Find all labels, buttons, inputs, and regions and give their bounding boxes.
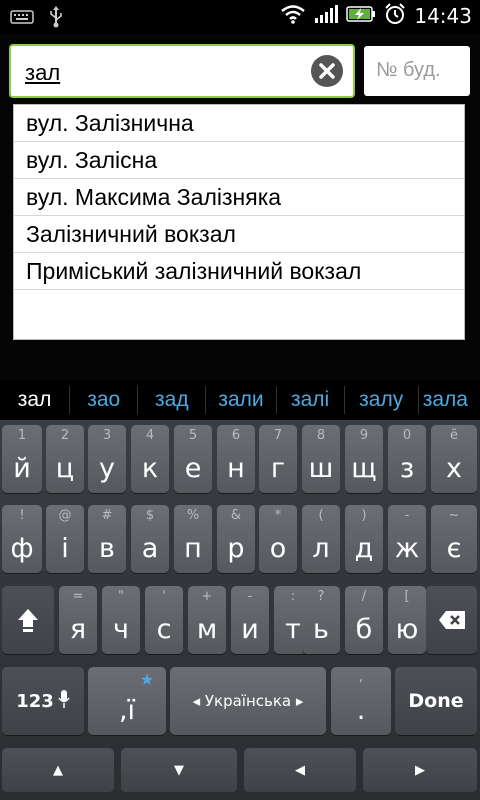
key-4[interactable]: 4к <box>131 425 169 493</box>
key-10[interactable]: 0з <box>388 425 426 493</box>
status-bar: 14:43 <box>0 0 480 34</box>
key-19[interactable]: (л <box>302 505 340 573</box>
alarm-icon <box>384 3 406 29</box>
key-22[interactable]: ~ є <box>431 505 477 573</box>
key-2[interactable]: 2ц <box>46 425 84 493</box>
key-30[interactable]: / б <box>345 586 383 654</box>
key-9[interactable]: 9щ <box>345 425 383 493</box>
arrow-up-icon: ▲ <box>53 762 63 778</box>
arrow-left-key[interactable]: ◀ <box>244 748 356 792</box>
comma-key[interactable]: ★ ,ї <box>88 667 166 735</box>
star-icon: ★ <box>139 670 155 689</box>
wifi-icon <box>280 4 306 28</box>
done-key[interactable]: Done <box>395 667 477 735</box>
clear-icon[interactable] <box>311 55 343 87</box>
house-number-input[interactable]: № буд. <box>364 46 470 96</box>
suggestion-item[interactable]: зала <box>419 386 480 414</box>
space-language-key[interactable]: ◂ Українська ▸ <box>170 667 326 735</box>
key-21[interactable]: -ж <box>388 505 426 573</box>
dropdown-item[interactable]: вул. Максима Залізняка <box>14 179 464 216</box>
street-search-input[interactable]: зал <box>9 44 355 98</box>
key-26[interactable]: + м <box>188 586 226 654</box>
arrow-left-icon: ◀ <box>295 762 305 778</box>
key-14[interactable]: # в <box>88 505 126 573</box>
house-number-placeholder: № буд. <box>376 59 441 81</box>
numbers-key[interactable]: 123 <box>2 667 84 735</box>
key-6[interactable]: 6н <box>217 425 255 493</box>
key-27[interactable]: -и <box>231 586 269 654</box>
arrow-right-icon: ▶ <box>415 762 425 778</box>
dropdown-item[interactable]: Залізничний вокзал <box>14 216 464 253</box>
suggestion-strip: зал зао зад зали залі залу зала <box>0 380 480 420</box>
key-20[interactable]: ) д <box>345 505 383 573</box>
signal-icon <box>314 4 339 28</box>
numbers-key-label: 123 <box>16 690 54 712</box>
suggestion-item[interactable]: зад <box>138 386 207 414</box>
usb-icon <box>48 6 64 32</box>
key-31[interactable]: [ю <box>388 586 426 654</box>
backspace-icon <box>426 586 477 654</box>
key-18[interactable]: * о <box>259 505 297 573</box>
battery-charging-icon <box>346 5 376 27</box>
done-label: Done <box>408 690 464 712</box>
language-label: ◂ Українська ▸ <box>192 692 304 710</box>
shift-icon <box>2 586 54 654</box>
dropdown-item[interactable]: вул. Залісна <box>14 142 464 179</box>
period-key[interactable]: , . <box>331 667 391 735</box>
dropdown-item[interactable]: Приміський залізничний вокзал <box>14 253 464 290</box>
microphone-icon <box>58 689 70 713</box>
suggestion-item[interactable]: залу <box>345 386 419 414</box>
key-16[interactable]: % п <box>174 505 212 573</box>
suggestion-item[interactable]: зали <box>206 386 277 414</box>
dropdown-item[interactable]: вул. Залізнична <box>14 105 464 142</box>
key-11[interactable]: ёх <box>431 425 477 493</box>
key-15[interactable]: $ а <box>131 505 169 573</box>
key-25[interactable]: ' с <box>145 586 183 654</box>
keyboard-icon <box>10 9 34 29</box>
arrow-down-icon: ▼ <box>174 762 184 778</box>
arrow-right-key[interactable]: ▶ <box>363 748 477 792</box>
key-5[interactable]: 5е <box>174 425 212 493</box>
key-8[interactable]: 8ш <box>302 425 340 493</box>
street-search-value: зал <box>25 60 61 85</box>
arrow-down-key[interactable]: ▼ <box>121 748 237 792</box>
key-12[interactable]: ! ф <box>2 505 42 573</box>
key-24[interactable]: " ч <box>102 586 140 654</box>
key-3[interactable]: 3у <box>88 425 126 493</box>
shift-key[interactable] <box>2 586 54 654</box>
key-13[interactable]: @ і <box>46 505 84 573</box>
key-1[interactable]: 1й <box>2 425 42 493</box>
suggestion-item[interactable]: залі <box>277 386 345 414</box>
autocomplete-dropdown: вул. Залізнична вул. Залісна вул. Максим… <box>13 104 465 340</box>
key-29[interactable]: ? ь <box>302 586 340 654</box>
key-23[interactable]: = я <box>59 586 97 654</box>
suggestion-item[interactable]: зал <box>0 386 71 414</box>
suggestion-item[interactable]: зао <box>70 386 139 414</box>
clock: 14:43 <box>414 4 472 28</box>
key-17[interactable]: & р <box>217 505 255 573</box>
arrow-up-key[interactable]: ▲ <box>2 748 114 792</box>
key-7[interactable]: 7г <box>259 425 297 493</box>
backspace-key[interactable] <box>426 586 477 654</box>
